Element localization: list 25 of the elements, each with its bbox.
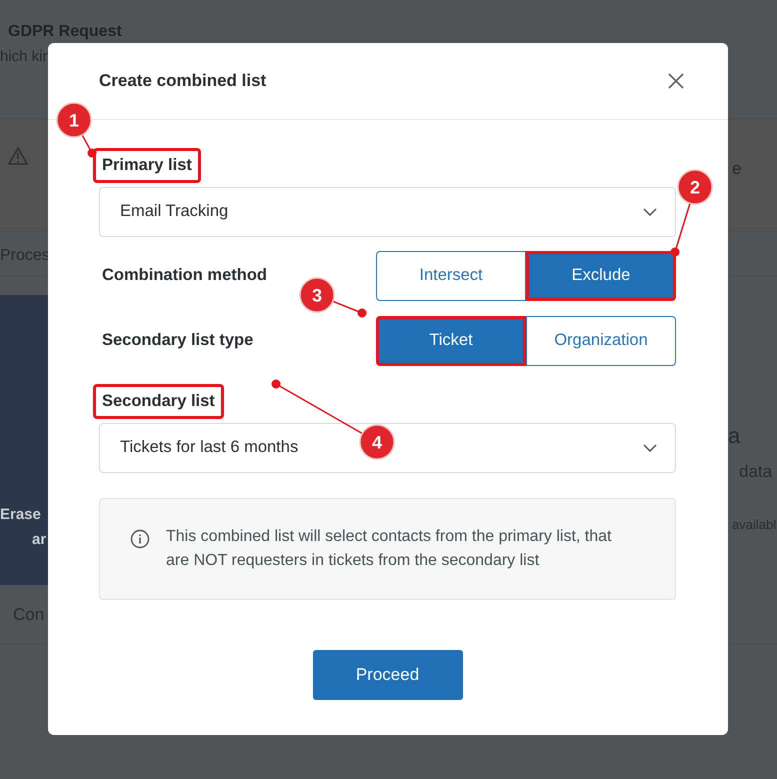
step-marker: 1 (56, 102, 92, 138)
background-text: Erase (0, 505, 41, 525)
proceed-button[interactable]: Proceed (312, 650, 462, 700)
field-label: Secondary list (93, 384, 224, 418)
leader-line (670, 203, 691, 256)
step-marker: 3 (299, 277, 335, 313)
segment-button[interactable]: Organization (526, 316, 676, 366)
chevron-down-icon (643, 444, 657, 452)
info-icon (130, 528, 150, 548)
segment-button[interactable]: Ticket (376, 316, 526, 366)
step-marker: 2 (677, 169, 713, 205)
leader-line (81, 134, 96, 158)
field-label: Combination method (101, 265, 268, 286)
step-marker: 4 (359, 424, 395, 460)
field-label: Primary list (93, 148, 201, 183)
chevron-down-icon (643, 208, 657, 216)
segment-button[interactable]: Intersect (376, 250, 526, 301)
select-field[interactable]: Email Tracking (99, 186, 676, 237)
background-text: ar (32, 530, 46, 550)
info-text: This combined list will select contacts from the primary list, that are NOT requesters in tickets from the secondary list (166, 526, 612, 570)
field-label: Secondary list type (101, 330, 254, 352)
leader-line (332, 300, 366, 318)
segment-button[interactable]: Exclude (526, 250, 676, 301)
dialog-title: Create combined list (99, 70, 266, 92)
close-icon (667, 72, 685, 90)
